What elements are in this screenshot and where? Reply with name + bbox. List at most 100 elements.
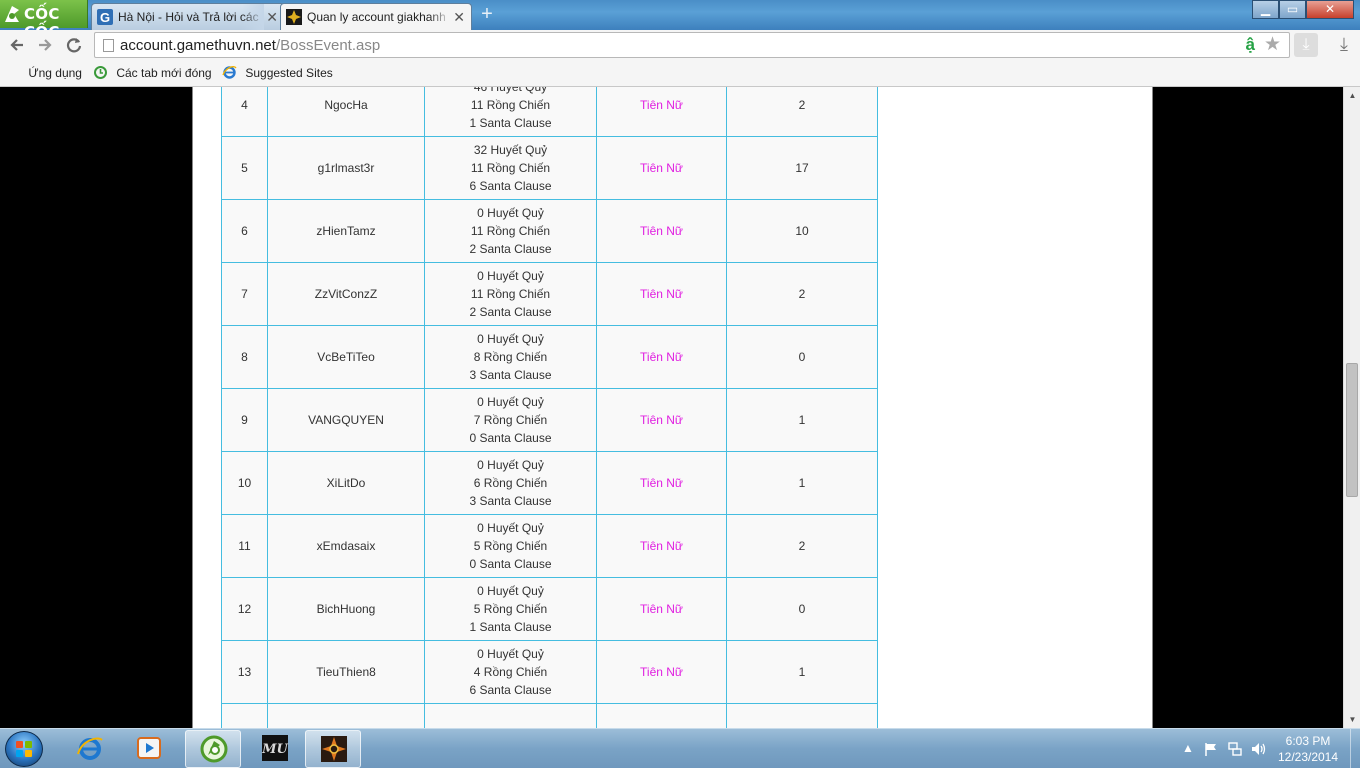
rank-cell: 6 [221,199,268,263]
rank-cell: 7 [221,262,268,326]
page-content: 4 NgocHa 46 Huyết Quỷ 11 Rồng Chiến 1 Santa … [192,87,1153,728]
gamethuvn-g-icon: G [97,9,113,25]
show-desktop-button[interactable] [1350,729,1360,768]
address-bar[interactable]: account.gamethuvn.net/BossEvent.asp ậ ★ [94,32,1290,58]
close-tab-icon[interactable]: ✕ [453,9,465,26]
boss-kill-line: 1 Santa Clause [469,116,552,130]
tab-hanoi-forum[interactable]: G Hà Nội - Hỏi và Trả lời các ✕ [91,3,285,30]
show-hidden-icons-icon[interactable]: ▲ [1180,741,1196,757]
value-cell: 0 [726,577,878,641]
tab-strip: CỐC CỐC G Hà Nội - Hỏi và Trả lời các ✕ … [0,0,1360,41]
reload-button[interactable] [63,34,85,56]
url-host: account.gamethuvn.net [120,37,276,54]
browser-toolbar: account.gamethuvn.net/BossEvent.asp ậ ★ … [0,30,1360,60]
scroll-down-arrow-icon[interactable]: ▼ [1344,711,1360,728]
system-clock[interactable]: 6:03 PM 12/23/2014 [1268,733,1348,765]
class-cell [596,703,727,728]
forward-arrow-icon [39,39,52,51]
rank-cell: 9 [221,388,268,452]
boss-kill-line: 3 Santa Clause [469,368,552,382]
svg-text:G: G [100,10,110,25]
start-button[interactable] [5,731,43,767]
boss-kill-line: 46 Huyết Quỷ [473,87,548,94]
taskbar-coccoc-browser[interactable] [185,730,241,768]
class-cell: Tiên Nữ [596,388,727,452]
action-center-flag-icon[interactable] [1203,741,1219,757]
character-name-cell: BichHuong [267,577,425,641]
rank-cell: 8 [221,325,268,389]
rank-cell: 13 [221,640,268,704]
value-cell: 1 [726,388,878,452]
taskbar-media-player[interactable] [121,730,177,768]
character-name-cell: ZzVitConzZ [267,262,425,326]
adblock-icon[interactable]: ậ [1246,35,1255,55]
bookmark-apps[interactable]: Ứng dụng [8,65,82,83]
new-tab-button[interactable]: + [478,4,496,24]
bookmark-star-icon[interactable]: ★ [1264,33,1281,56]
boss-kill-line: 5 Rồng Chiến [473,602,548,616]
leaderboard-body: 4 NgocHa 46 Huyết Quỷ 11 Rồng Chiến 1 Santa … [221,87,878,728]
value-cell: 0 [726,325,878,389]
download-arrow-icon[interactable]: ⤓ [1334,34,1354,56]
boss-kill-line: 0 Huyết Quỷ [477,269,544,283]
boss-kill-line: 11 Rồng Chiến [470,287,551,301]
mu-game-icon: MU [261,735,289,761]
page-icon [103,39,114,52]
bookmark-suggested-sites[interactable]: Suggested Sites [222,65,333,83]
volume-icon[interactable] [1250,741,1266,757]
internet-explorer-icon [77,737,103,760]
download-tray-icon[interactable]: ⤓ [1294,33,1318,57]
boss-kill-line: 5 Rồng Chiến [473,539,548,553]
boss-kills-cell: 0 Huyết Quỷ 4 Rồng Chiến 6 Santa Clause [424,640,597,704]
maximize-button[interactable]: ▭ [1279,0,1306,19]
class-cell: Tiên Nữ [596,199,727,263]
apps-grid-icon [8,67,20,79]
url-path: /BossEvent.asp [275,37,381,54]
page-viewport: 4 NgocHa 46 Huyết Quỷ 11 Rồng Chiến 1 Santa … [0,87,1343,728]
character-name-cell: VANGQUYEN [267,388,425,452]
back-arrow-icon [10,39,23,51]
character-name-cell: TieuThien8 [267,640,425,704]
taskbar-game-launcher[interactable] [305,730,361,768]
boss-kill-line: 11 Rồng Chiến [470,224,551,238]
leaderboard-row: 0 Huyết Quỷ [221,703,878,728]
boss-kills-cell: 0 Huyết Quỷ 11 Rồng Chiến 2 Santa Clause [424,199,597,263]
leaderboard-row: 6 zHienTamz 0 Huyết Quỷ 11 Rồng Chiến 2 Sant… [221,199,878,263]
rank-cell: 12 [221,577,268,641]
svg-text:MU: MU [261,742,288,757]
boss-kill-line: 8 Rồng Chiến [473,350,548,364]
value-cell: 2 [726,262,878,326]
boss-kill-line: 0 Huyết Quỷ [477,458,544,472]
back-button[interactable] [6,34,28,56]
minimize-button[interactable]: ▁ [1252,0,1279,19]
network-icon[interactable] [1227,741,1243,757]
bookmark-label: Suggested Sites [245,65,333,80]
vertical-scrollbar[interactable]: ▲ ▼ [1343,87,1360,728]
close-window-button[interactable]: ✕ [1306,0,1354,19]
boss-kill-line: 2 Santa Clause [469,305,552,319]
tab-account-manager[interactable]: Quan ly account giakhanh ✕ [280,3,472,30]
value-cell [726,703,878,728]
class-cell: Tiên Nữ [596,136,727,200]
close-tab-icon[interactable]: ✕ [266,9,278,26]
bookmark-recent-tabs[interactable]: Các tab mới đóng [93,65,212,83]
leaderboard-row: 11 xEmdasaix 0 Huyết Quỷ 5 Rồng Chiến 0 Sant… [221,514,878,578]
leaderboard-row: 9 VANGQUYEN 0 Huyết Quỷ 7 Rồng Chiến 0 Santa… [221,388,878,452]
url-text[interactable]: account.gamethuvn.net/BossEvent.asp [120,37,380,54]
coccoc-menu-button[interactable]: CỐC CỐC [0,0,88,41]
boss-kill-line: 3 Santa Clause [469,494,552,508]
rank-cell: 4 [221,87,268,137]
scrollbar-thumb[interactable] [1346,363,1358,497]
boss-kill-line: 0 Santa Clause [469,431,552,445]
recent-tabs-icon [94,66,107,80]
value-cell: 10 [726,199,878,263]
taskbar-mu-game[interactable]: MU [247,730,303,768]
taskbar-internet-explorer[interactable] [62,730,118,768]
forward-button[interactable] [34,34,56,56]
leaderboard-row: 12 BichHuong 0 Huyết Quỷ 5 Rồng Chiến 1 Sant… [221,577,878,641]
scroll-up-arrow-icon[interactable]: ▲ [1344,87,1360,104]
boss-kill-line: 6 Santa Clause [469,179,552,193]
value-cell: 1 [726,451,878,515]
boss-kills-cell: 0 Huyết Quỷ 6 Rồng Chiến 3 Santa Clause [424,451,597,515]
leaderboard-row: 4 NgocHa 46 Huyết Quỷ 11 Rồng Chiến 1 Santa … [221,87,878,137]
